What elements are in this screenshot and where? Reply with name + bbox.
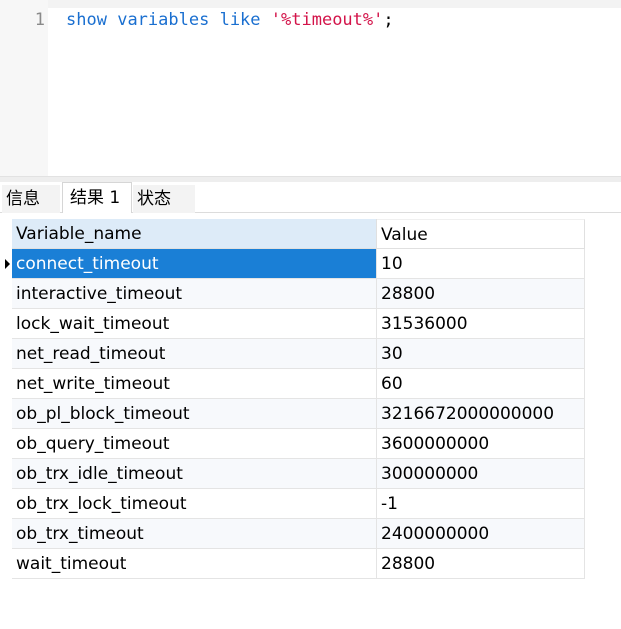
table-row[interactable]: net_write_timeout 60 (0, 369, 585, 399)
column-header-value[interactable]: Value (377, 219, 585, 249)
table-row[interactable]: ob_trx_idle_timeout 300000000 (0, 459, 585, 489)
row-indicator[interactable] (0, 249, 12, 279)
table-row[interactable]: lock_wait_timeout 31536000 (0, 309, 585, 339)
row-indicator[interactable] (0, 279, 12, 309)
sql-editor[interactable]: 1 show variables like '%timeout%'; (0, 0, 621, 176)
cell-variable-name[interactable]: ob_trx_idle_timeout (12, 459, 377, 489)
cell-value[interactable]: 30 (377, 339, 585, 369)
row-indicator[interactable] (0, 549, 12, 579)
table-row[interactable]: interactive_timeout 28800 (0, 279, 585, 309)
cell-variable-name[interactable]: connect_timeout (12, 249, 377, 279)
cell-value[interactable]: 3216672000000000 (377, 399, 585, 429)
table-row[interactable]: ob_pl_block_timeout 3216672000000000 (0, 399, 585, 429)
statement-terminator: ; (383, 10, 394, 30)
table-row[interactable]: net_read_timeout 30 (0, 339, 585, 369)
keyword-variables: variables (117, 10, 210, 30)
cell-value[interactable]: 2400000000 (377, 519, 585, 549)
cell-value[interactable]: -1 (377, 489, 585, 519)
tab-info[interactable]: 信息 (2, 185, 60, 213)
row-indicator[interactable] (0, 339, 12, 369)
current-row-arrow-icon (5, 259, 10, 269)
cell-variable-name[interactable]: ob_pl_block_timeout (12, 399, 377, 429)
keyword-show: show (66, 10, 107, 30)
row-indicator[interactable] (0, 489, 12, 519)
table-row[interactable]: ob_trx_timeout 2400000000 (0, 519, 585, 549)
cell-value[interactable]: 3600000000 (377, 429, 585, 459)
cell-variable-name[interactable]: net_read_timeout (12, 339, 377, 369)
row-indicator[interactable] (0, 429, 12, 459)
tab-status[interactable]: 状态 (133, 185, 195, 213)
row-indicator[interactable] (0, 399, 12, 429)
cell-variable-name[interactable]: ob_trx_timeout (12, 519, 377, 549)
line-number: 1 (34, 10, 45, 30)
results-grid: Variable_name Value connect_timeout 10 int… (0, 219, 585, 579)
row-indicator[interactable] (0, 309, 12, 339)
line-number-gutter: 1 (0, 0, 48, 176)
table-row[interactable]: wait_timeout 28800 (0, 549, 585, 579)
tab-result-1[interactable]: 结果 1 (62, 182, 132, 213)
grid-body: connect_timeout 10 interactive_timeout 2880… (0, 249, 585, 579)
table-row[interactable]: connect_timeout 10 (0, 249, 585, 279)
string-literal: '%timeout%' (270, 10, 384, 30)
editor-top-strip (48, 0, 621, 8)
row-indicator[interactable] (0, 369, 12, 399)
cell-value[interactable]: 10 (377, 249, 585, 279)
cell-value[interactable]: 31536000 (377, 309, 585, 339)
row-indicator[interactable] (0, 519, 12, 549)
column-header-variable-name[interactable]: Variable_name (12, 219, 377, 249)
cell-variable-name[interactable]: ob_trx_lock_timeout (12, 489, 377, 519)
grid-header: Variable_name Value (0, 219, 585, 249)
cell-value[interactable]: 28800 (377, 279, 585, 309)
cell-variable-name[interactable]: lock_wait_timeout (12, 309, 377, 339)
cell-value[interactable]: 300000000 (377, 459, 585, 489)
table-row[interactable]: ob_trx_lock_timeout -1 (0, 489, 585, 519)
cell-value[interactable]: 60 (377, 369, 585, 399)
sql-client-window: 1 show variables like '%timeout%'; 信息 结果… (0, 0, 621, 629)
keyword-like: like (219, 10, 261, 30)
table-row[interactable]: ob_query_timeout 3600000000 (0, 429, 585, 459)
row-indicator[interactable] (0, 459, 12, 489)
cell-variable-name[interactable]: interactive_timeout (12, 279, 377, 309)
results-tab-bar: 信息 结果 1 状态 (0, 182, 621, 213)
cell-variable-name[interactable]: net_write_timeout (12, 369, 377, 399)
cell-variable-name[interactable]: wait_timeout (12, 549, 377, 579)
cell-value[interactable]: 28800 (377, 549, 585, 579)
code-line[interactable]: show variables like '%timeout%'; (66, 10, 394, 30)
cell-variable-name[interactable]: ob_query_timeout (12, 429, 377, 459)
